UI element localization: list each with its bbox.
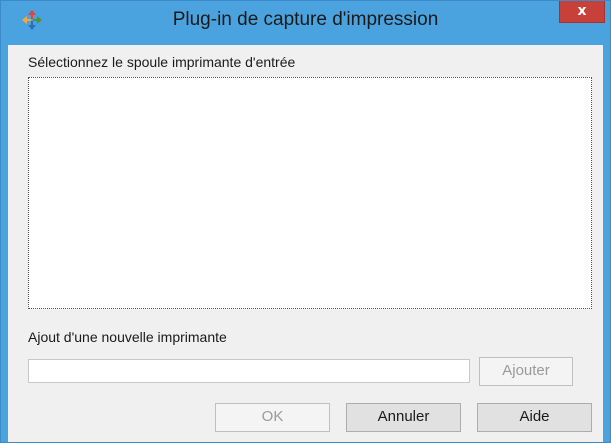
app-logo-icon [21,9,43,31]
close-button[interactable]: x [559,1,605,23]
add-printer-button[interactable]: Ajouter [479,357,573,386]
help-button[interactable]: Aide [477,403,592,432]
dialog-window: Plug-in de capture d'impression x Sélect… [0,0,611,443]
new-printer-input[interactable] [28,359,470,383]
dialog-client-area: Sélectionnez le spoule imprimante d'entr… [8,45,603,442]
ok-button[interactable]: OK [215,403,330,432]
title-bar[interactable]: Plug-in de capture d'impression x [1,1,610,45]
cancel-button[interactable]: Annuler [346,403,461,432]
window-title: Plug-in de capture d'impression [172,9,439,30]
add-printer-label: Ajout d'une nouvelle imprimante [28,329,227,345]
spool-listbox[interactable] [28,77,592,309]
spool-label: Sélectionnez le spoule imprimante d'entr… [28,54,296,70]
close-icon: x [577,3,587,19]
